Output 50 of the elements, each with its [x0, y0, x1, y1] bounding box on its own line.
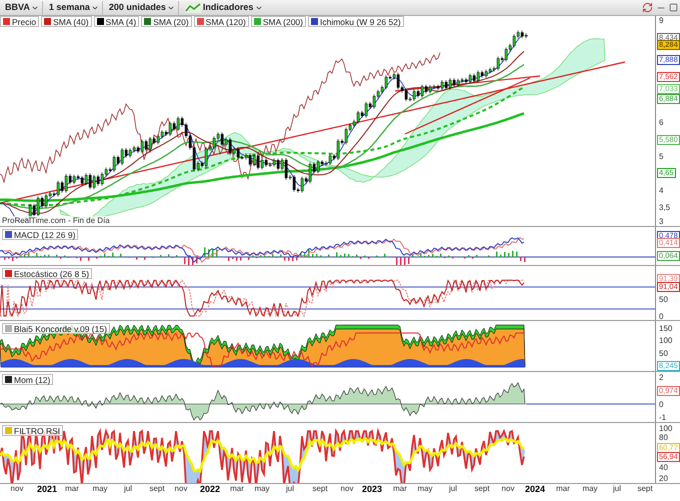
time-axis-label: nov — [340, 484, 354, 494]
maximize-icon[interactable] — [669, 3, 678, 12]
time-axis-label: jul — [124, 484, 132, 494]
time-axis-label: mar — [230, 484, 244, 494]
time-axis-label: nov — [10, 484, 24, 494]
axis-tick-label: 100 — [659, 336, 672, 345]
time-axis-label: sept — [637, 484, 653, 494]
axis-tick-label: 6 — [659, 118, 664, 127]
axis-tick-label: 40 — [659, 463, 668, 472]
axis-tick-label: 5 — [659, 152, 664, 161]
axis-tick-label: 80 — [659, 433, 668, 442]
time-axis-label: jul — [286, 484, 294, 494]
axis-tick-label: 2 — [659, 373, 664, 382]
time-axis-label: mar — [393, 484, 407, 494]
time-axis-label: 2024 — [524, 484, 546, 494]
axis-tick-label: 20 — [659, 474, 668, 483]
axis-tick-label: 4 — [659, 186, 664, 195]
axis-tick-label: 150 — [659, 324, 672, 333]
refresh-icon[interactable] — [642, 2, 653, 13]
time-axis-label: nov — [502, 484, 514, 494]
units-dropdown[interactable]: 200 unidades — [106, 0, 179, 14]
source-note: ProRealTime.com - Fin de Día — [2, 216, 110, 225]
axis-tick-label: -1 — [659, 413, 666, 422]
time-axis-label: may — [417, 484, 433, 494]
time-axis-label: 2022 — [200, 484, 220, 494]
time-axis-label: sept — [312, 484, 328, 494]
axis-tick-label: 0 — [659, 400, 664, 409]
time-axis-label: may — [582, 484, 598, 494]
time-axis-label: jul — [449, 484, 457, 494]
axis-tick-label: 3,5 — [659, 203, 670, 212]
axis-tick-label: 9 — [659, 16, 664, 25]
time-axis-label: mar — [556, 484, 570, 494]
indicators-dropdown[interactable]: Indicadores — [182, 0, 266, 14]
time-axis-label: jul — [613, 484, 621, 494]
time-axis-label: 2021 — [36, 484, 58, 494]
axis-tick-label: 0 — [659, 312, 664, 321]
time-axis-label: sept — [149, 484, 165, 494]
time-axis-label: mar — [65, 484, 79, 494]
time-axis-label: may — [254, 484, 270, 494]
axis-tick-label: 3 — [659, 217, 664, 226]
symbol-dropdown[interactable]: BBVA — [2, 0, 43, 14]
axis-tick-label: 50 — [659, 295, 668, 304]
axis-tick-label: 50 — [659, 349, 668, 358]
chart-icon — [184, 2, 201, 13]
axis-tick-label: 100 — [659, 424, 672, 433]
time-axis-label: may — [92, 484, 108, 494]
time-axis-label: nov — [174, 484, 188, 494]
timeframe-dropdown[interactable]: 1 semana — [46, 0, 103, 14]
time-axis-label: sept — [474, 484, 490, 494]
time-axis-label: 2023 — [362, 484, 382, 494]
